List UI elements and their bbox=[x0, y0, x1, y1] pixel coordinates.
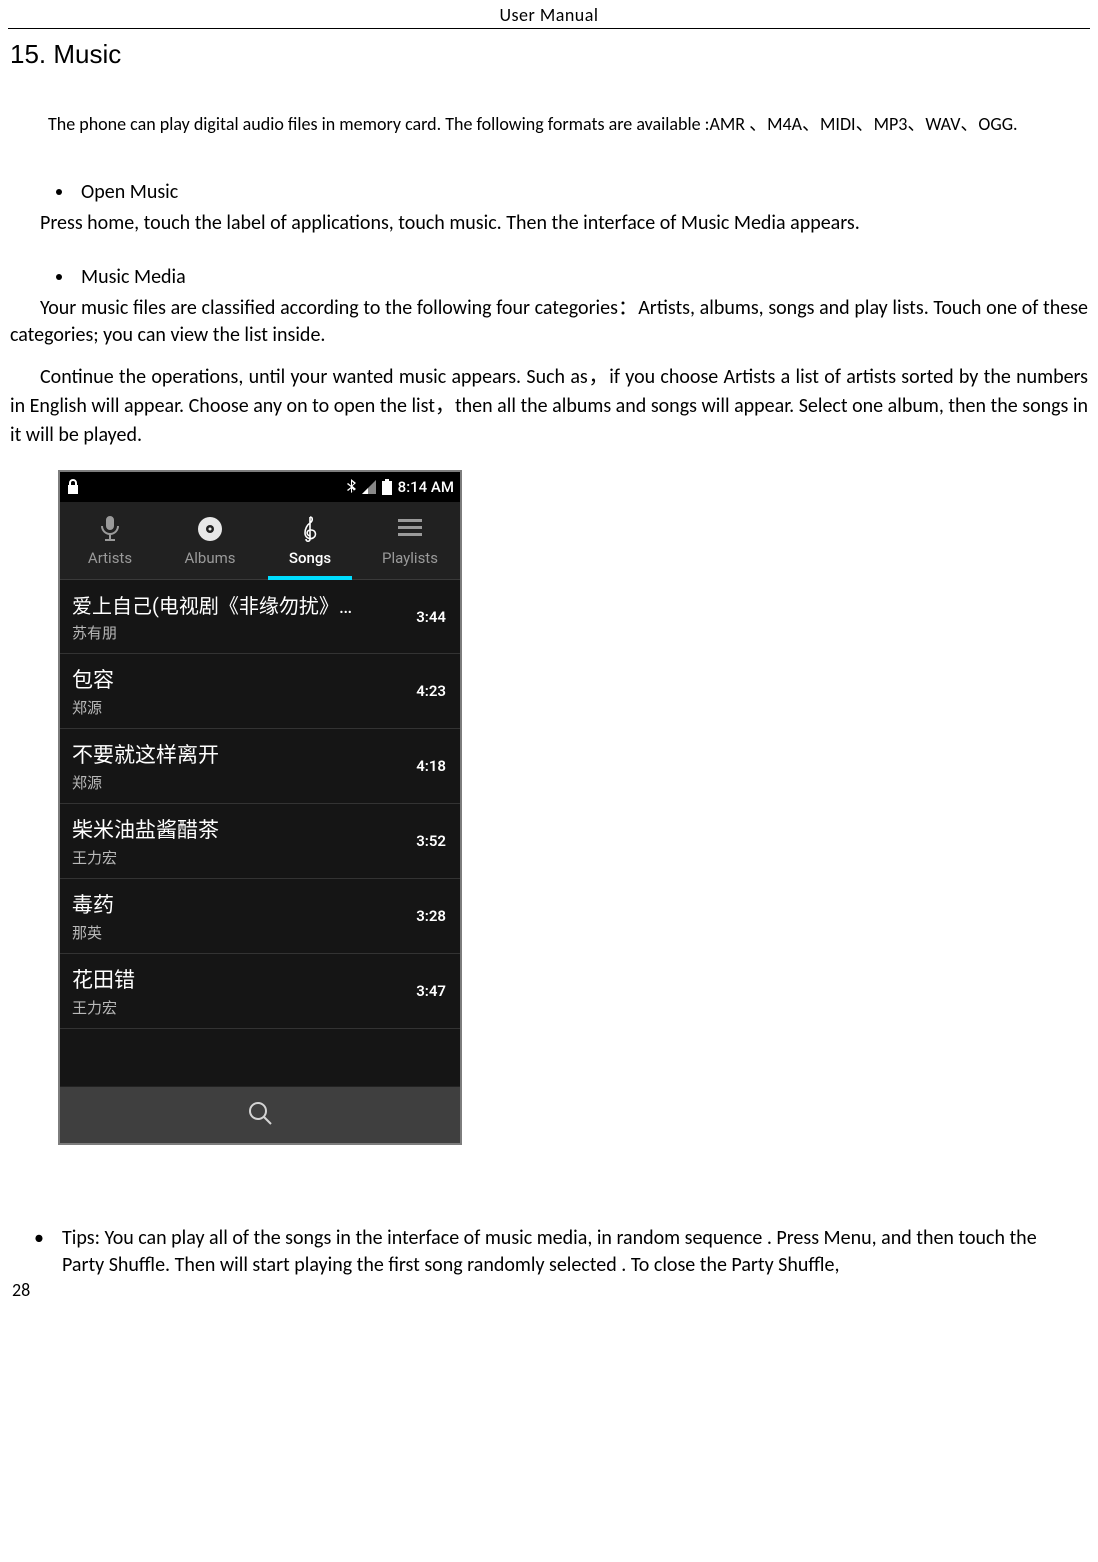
search-bar[interactable] bbox=[60, 1087, 460, 1143]
page-number: 28 bbox=[12, 1279, 30, 1301]
status-bar: 8:14 AM bbox=[60, 472, 460, 502]
music-tabs: Artists Albums Songs Playlists bbox=[60, 502, 460, 580]
song-duration: 4:23 bbox=[416, 682, 446, 700]
page-header: User Manual bbox=[0, 0, 1098, 28]
list-item[interactable]: 柴米油盐酱醋茶 王力宏 3:52 bbox=[60, 804, 460, 879]
empty-row bbox=[60, 1029, 460, 1087]
song-title: 爱上自己(电视剧《非缘勿扰》片… bbox=[72, 590, 372, 619]
song-title: 花田错 bbox=[72, 964, 135, 994]
list-item[interactable]: 花田错 王力宏 3:47 bbox=[60, 954, 460, 1029]
list-item[interactable]: 爱上自己(电视剧《非缘勿扰》片… 苏有朋 3:44 bbox=[60, 580, 460, 654]
tab-artists[interactable]: Artists bbox=[60, 502, 160, 579]
tab-label: Albums bbox=[184, 549, 235, 567]
tab-label: Songs bbox=[289, 549, 331, 567]
header-rule bbox=[8, 28, 1090, 29]
song-artist: 郑源 bbox=[72, 772, 219, 793]
microphone-icon bbox=[96, 515, 124, 543]
song-duration: 4:18 bbox=[416, 757, 446, 775]
tab-albums[interactable]: Albums bbox=[160, 502, 260, 579]
tab-label: Playlists bbox=[382, 549, 438, 567]
treble-clef-icon bbox=[296, 515, 324, 543]
phone-screenshot: 8:14 AM Artists Albums Songs Playlist bbox=[58, 470, 462, 1145]
battery-icon bbox=[382, 479, 392, 495]
paragraph-open-music: Press home, touch the label of applicati… bbox=[40, 210, 1088, 237]
bullet-music-media: Music Media bbox=[75, 265, 1098, 289]
song-title: 不要就这样离开 bbox=[72, 739, 219, 769]
intro-text: The phone can play digital audio files i… bbox=[48, 110, 1068, 136]
song-duration: 3:44 bbox=[416, 608, 446, 626]
list-icon bbox=[396, 515, 424, 543]
song-artist: 那英 bbox=[72, 922, 114, 943]
song-duration: 3:28 bbox=[416, 907, 446, 925]
lock-icon bbox=[66, 479, 80, 495]
song-title: 柴米油盐酱醋茶 bbox=[72, 814, 219, 844]
song-artist: 王力宏 bbox=[72, 997, 135, 1018]
tab-songs[interactable]: Songs bbox=[260, 502, 360, 579]
song-artist: 王力宏 bbox=[72, 847, 219, 868]
paragraph-music-media-1: Your music files are classified accordin… bbox=[10, 295, 1088, 349]
section-title: 15. Music bbox=[10, 39, 1098, 70]
bullet-open-music: Open Music bbox=[75, 180, 1098, 204]
list-item[interactable]: 包容 郑源 4:23 bbox=[60, 654, 460, 729]
bluetooth-icon bbox=[346, 479, 356, 495]
song-duration: 3:52 bbox=[416, 832, 446, 850]
song-artist: 郑源 bbox=[72, 697, 114, 718]
paragraph-music-media-2: Continue the operations, until your want… bbox=[10, 363, 1088, 450]
disc-icon bbox=[196, 515, 224, 543]
song-list: 爱上自己(电视剧《非缘勿扰》片… 苏有朋 3:44 包容 郑源 4:23 不要就… bbox=[60, 580, 460, 1087]
list-item[interactable]: 不要就这样离开 郑源 4:18 bbox=[60, 729, 460, 804]
search-icon bbox=[247, 1100, 273, 1131]
status-time: 8:14 AM bbox=[398, 478, 454, 496]
signal-icon bbox=[362, 480, 376, 494]
tab-playlists[interactable]: Playlists bbox=[360, 502, 460, 579]
song-title: 包容 bbox=[72, 664, 114, 694]
song-artist: 苏有朋 bbox=[72, 622, 372, 643]
tips-paragraph: •Tips: You can play all of the songs in … bbox=[62, 1225, 1068, 1279]
tab-label: Artists bbox=[88, 549, 132, 567]
list-item[interactable]: 毒药 那英 3:28 bbox=[60, 879, 460, 954]
song-duration: 3:47 bbox=[416, 982, 446, 1000]
song-title: 毒药 bbox=[72, 889, 114, 919]
